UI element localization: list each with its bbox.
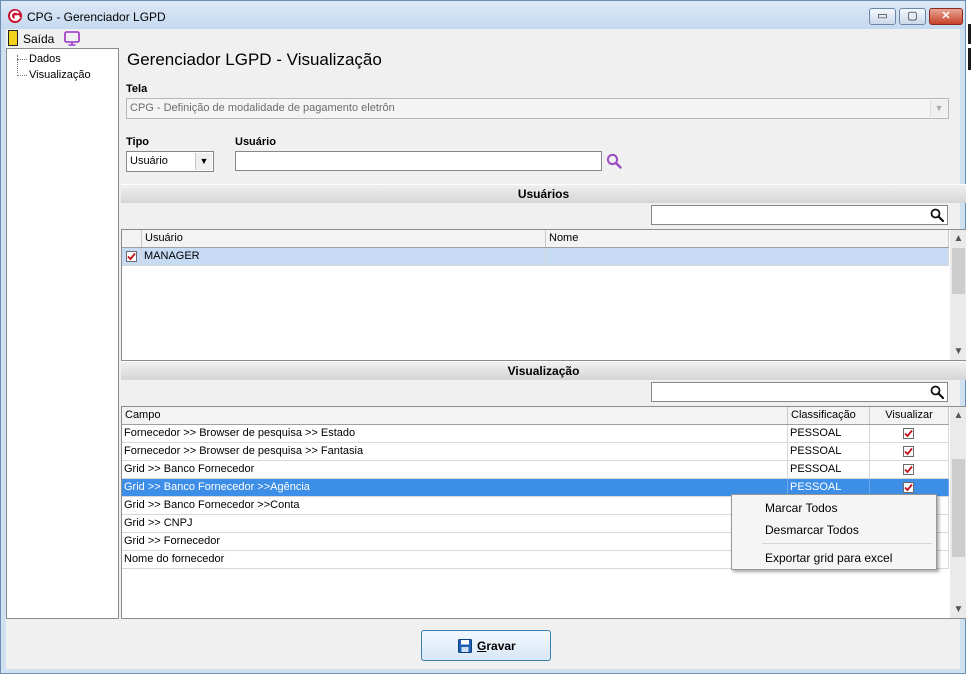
campo-cell: Fornecedor >> Browser de pesquisa >> Est… — [122, 425, 788, 442]
app-logo-icon — [8, 9, 22, 23]
visualizar-cell — [870, 425, 949, 442]
visualizar-cell — [870, 443, 949, 460]
scroll-down-icon[interactable]: ▼ — [950, 601, 967, 618]
client-area: Saída Dados Visualização Gerenciador LGP… — [6, 29, 968, 669]
classificacao-cell: PESSOAL — [788, 461, 870, 478]
title-bar[interactable]: CPG - Gerenciador LGPD ▭ ▢ ✕ — [1, 1, 965, 29]
campo-cell: Nome do fornecedor — [122, 551, 788, 568]
row-check-cell[interactable] — [122, 248, 142, 265]
close-icon: ✕ — [941, 10, 951, 22]
search-icon[interactable] — [930, 385, 944, 399]
column-header-classificacao[interactable]: Classificação — [788, 407, 870, 424]
checkmark-icon — [904, 447, 913, 456]
exit-door-icon[interactable] — [8, 30, 18, 46]
users-grid-check-header — [122, 230, 142, 247]
table-row[interactable]: Fornecedor >> Browser de pesquisa >> Est… — [122, 425, 949, 443]
campo-cell: Grid >> Banco Fornecedor >>Agência — [122, 479, 788, 496]
campo-cell: Grid >> Banco Fornecedor — [122, 461, 788, 478]
users-grid-scrollbar[interactable]: ▲ ▼ — [950, 230, 967, 360]
row-checkbox[interactable] — [126, 251, 137, 262]
campo-cell: Grid >> Fornecedor — [122, 533, 788, 550]
tela-select-value: CPG - Definição de modalidade de pagamen… — [130, 102, 395, 114]
users-section-header: Usuários — [121, 184, 966, 203]
usuario-cell: MANAGER — [142, 248, 546, 265]
menu-item-desmarcar-todos[interactable]: Desmarcar Todos — [765, 523, 859, 537]
tipo-label: Tipo — [126, 136, 150, 148]
menu-bar: Saída — [6, 29, 960, 48]
table-row[interactable]: Fornecedor >> Browser de pesquisa >> Fan… — [122, 443, 949, 461]
exit-menu-item[interactable]: Saída — [23, 32, 54, 46]
campo-cell: Grid >> CNPJ — [122, 515, 788, 532]
checkmark-icon — [904, 429, 913, 438]
campo-cell: Grid >> Banco Fornecedor >>Conta — [122, 497, 788, 514]
usuario-input[interactable] — [235, 151, 602, 171]
search-icon[interactable] — [606, 153, 622, 169]
chevron-down-icon[interactable]: ▼ — [195, 153, 212, 170]
chevron-down-icon: ▼ — [930, 100, 947, 117]
monitor-icon[interactable] — [64, 31, 80, 46]
window-title: CPG - Gerenciador LGPD — [27, 10, 166, 24]
menu-item-marcar-todos[interactable]: Marcar Todos — [765, 501, 837, 515]
column-header-campo[interactable]: Campo — [122, 407, 788, 424]
users-grid-header: Usuário Nome — [122, 230, 949, 248]
scroll-thumb[interactable] — [952, 248, 965, 294]
usuario-label: Usuário — [235, 136, 276, 148]
edge-mark — [968, 24, 971, 44]
checkmark-icon — [904, 465, 913, 474]
save-disk-icon — [458, 639, 472, 653]
maximize-button[interactable]: ▢ — [899, 8, 926, 25]
classificacao-cell: PESSOAL — [788, 443, 870, 460]
visualizar-cell — [870, 461, 949, 478]
view-search-input[interactable] — [651, 382, 948, 402]
visualizar-checkbox[interactable] — [903, 428, 914, 439]
users-search-input[interactable] — [651, 205, 948, 225]
scroll-down-icon[interactable]: ▼ — [950, 343, 967, 360]
scroll-up-icon[interactable]: ▲ — [950, 230, 967, 247]
column-header-nome[interactable]: Nome — [546, 230, 949, 247]
table-row[interactable]: Grid >> Banco Fornecedor PESSOAL — [122, 461, 949, 479]
context-menu: Marcar Todos Desmarcar Todos Exportar gr… — [731, 494, 937, 570]
view-grid-header: Campo Classificação Visualizar — [122, 407, 949, 425]
app-window: CPG - Gerenciador LGPD ▭ ▢ ✕ Saída Dados… — [0, 0, 968, 674]
minimize-icon: ▭ — [877, 10, 888, 22]
save-button-mnemonic: G — [477, 639, 487, 653]
menu-item-exportar-excel[interactable]: Exportar grid para excel — [765, 551, 892, 565]
users-grid: Usuário Nome MANAGER ▲ ▼ — [121, 229, 968, 361]
tela-label: Tela — [126, 83, 148, 95]
minimize-button[interactable]: ▭ — [869, 8, 896, 25]
column-header-visualizar[interactable]: Visualizar — [870, 407, 949, 424]
save-button-label-rest: ravar — [486, 639, 516, 653]
edge-mark — [968, 48, 971, 70]
visualizar-checkbox[interactable] — [903, 482, 914, 493]
tipo-select-value: Usuário — [130, 155, 168, 167]
navigation-tree: Dados Visualização — [6, 48, 119, 619]
view-section-header: Visualização — [121, 361, 966, 380]
view-grid-scrollbar[interactable]: ▲ ▼ — [950, 407, 967, 618]
page-title: Gerenciador LGPD - Visualização — [127, 50, 382, 69]
tipo-select[interactable]: Usuário ▼ — [126, 151, 214, 172]
checkmark-icon — [904, 483, 913, 492]
campo-cell: Fornecedor >> Browser de pesquisa >> Fan… — [122, 443, 788, 460]
scroll-up-icon[interactable]: ▲ — [950, 407, 967, 424]
column-header-usuario[interactable]: Usuário — [142, 230, 546, 247]
tela-select: CPG - Definição de modalidade de pagamen… — [126, 98, 949, 119]
table-row[interactable]: MANAGER — [122, 248, 949, 266]
visualizar-checkbox[interactable] — [903, 464, 914, 475]
scroll-thumb[interactable] — [952, 459, 965, 557]
save-button-label: Gravar — [477, 639, 516, 653]
nome-cell — [546, 248, 949, 265]
menu-separator — [762, 543, 932, 544]
save-button[interactable]: Gravar — [421, 630, 551, 661]
close-button[interactable]: ✕ — [929, 8, 963, 25]
search-icon[interactable] — [930, 208, 944, 222]
tree-item-visualizacao[interactable]: Visualização — [17, 69, 91, 81]
checkmark-icon — [127, 252, 136, 261]
maximize-icon: ▢ — [907, 10, 918, 22]
classificacao-cell: PESSOAL — [788, 425, 870, 442]
background-window-edge — [966, 0, 973, 674]
visualizar-checkbox[interactable] — [903, 446, 914, 457]
tree-item-dados[interactable]: Dados — [17, 53, 61, 65]
